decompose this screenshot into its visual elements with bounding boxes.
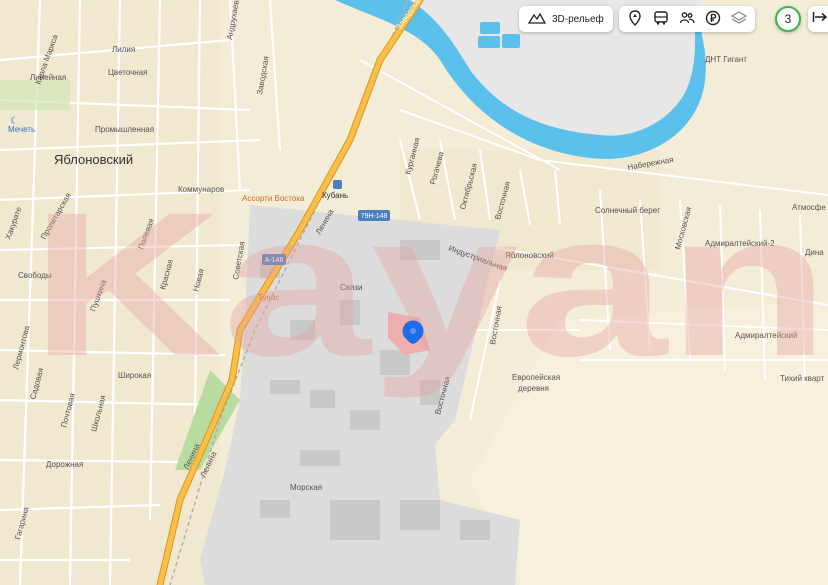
transport-button[interactable] (648, 6, 674, 32)
people-icon (679, 10, 695, 29)
exit-icon (812, 9, 828, 30)
map-layer-toolbar (619, 6, 755, 32)
park-west (0, 80, 70, 110)
place-dnt: ДНТ Гигант (705, 55, 747, 64)
street-lineynaya: Линейная (30, 73, 66, 82)
street-dorozhnaya: Дорожная (46, 460, 83, 469)
ruble-icon (705, 10, 721, 29)
street-promyshlennaya: Промышленная (95, 125, 154, 134)
poi-button[interactable] (622, 6, 648, 32)
watermark: Kayan (30, 170, 828, 399)
town-label: Яблоновский (54, 152, 133, 167)
relief-label: 3D-рельеф (552, 13, 604, 25)
street-liliya: Лилия (112, 45, 135, 54)
zoom-badge-label: 3 (784, 12, 792, 26)
layers-icon (730, 10, 748, 29)
street-tsvetochnaya: Цветочная (108, 68, 147, 77)
relief-3d-button[interactable]: 3D-рельеф (519, 6, 613, 32)
street-morskaya: Морская (290, 483, 322, 492)
exit-button[interactable] (808, 6, 828, 32)
people-button[interactable] (674, 6, 700, 32)
poi-icon (627, 9, 643, 29)
layers-button[interactable] (726, 6, 752, 32)
map-canvas[interactable]: А-146 79Н-148 Карла Маркса Лилия Цветочн… (0, 0, 828, 585)
svg-text:Мечеть: Мечеть (8, 125, 35, 134)
ruble-button[interactable] (700, 6, 726, 32)
relief-icon (527, 11, 547, 28)
zoom-badge[interactable]: 3 (775, 6, 801, 32)
transport-icon (653, 10, 669, 29)
